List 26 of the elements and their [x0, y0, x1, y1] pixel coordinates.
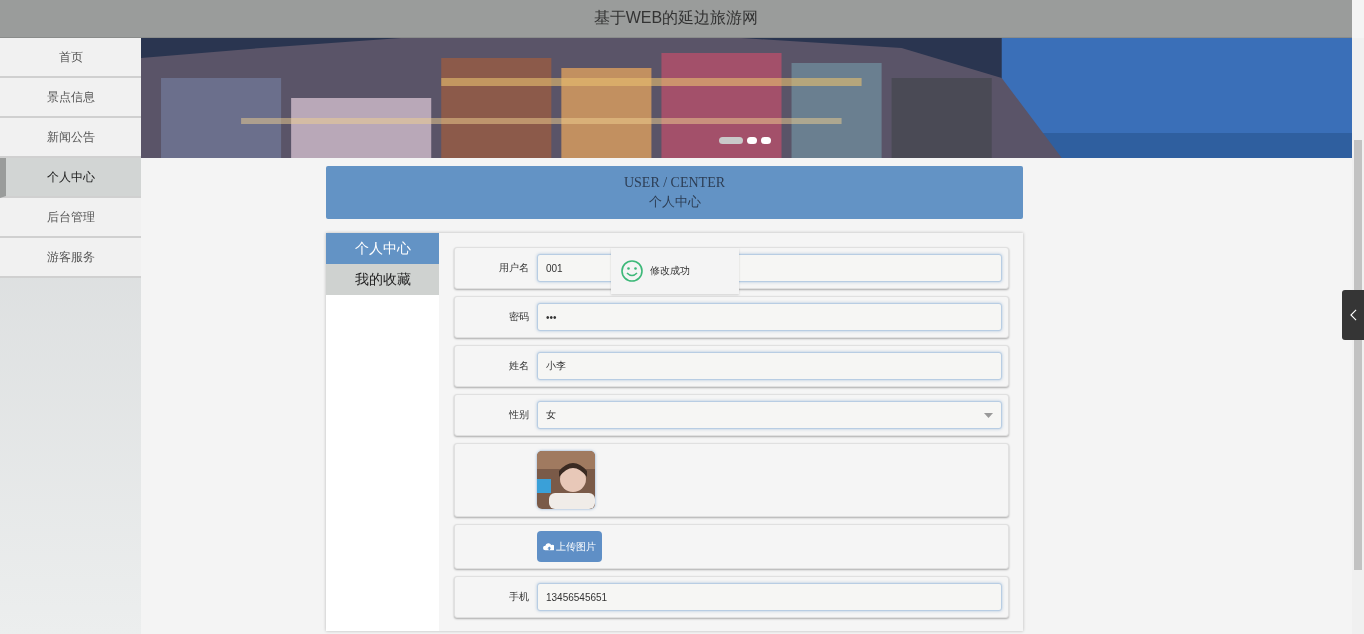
site-title: 基于WEB的延边旅游网	[593, 8, 759, 28]
field-label: 姓名	[508, 359, 529, 373]
nav-item[interactable]: 个人中心	[0, 158, 141, 198]
smiley-icon	[621, 260, 643, 282]
nav-item[interactable]: 新闻公告	[0, 118, 141, 158]
scrollbar[interactable]	[1352, 38, 1364, 634]
heading-english: USER / CENTER	[623, 174, 726, 191]
heading-chinese: 个人中心	[648, 192, 701, 211]
field-label: 手机	[508, 590, 529, 604]
input-field[interactable]: •••	[537, 303, 1002, 331]
nav-item[interactable]: 景点信息	[0, 78, 141, 118]
field-label: 密码	[508, 310, 529, 324]
field-label: 用户名	[498, 261, 529, 275]
nav-item[interactable]: 游客服务	[0, 238, 141, 278]
cloud-upload-icon	[543, 542, 554, 551]
nav-item[interactable]: 后台管理	[0, 198, 141, 238]
input-field[interactable]: 小李	[537, 352, 1002, 380]
field-label: 性别	[508, 408, 529, 422]
side-panel-toggle[interactable]	[1342, 290, 1364, 340]
nav-item[interactable]: 首页	[0, 38, 141, 78]
caret-icon	[984, 412, 993, 418]
select-field[interactable]: 女	[537, 401, 1002, 429]
chevron-left-icon	[1349, 309, 1357, 321]
tab[interactable]: 我的收藏	[326, 264, 439, 295]
input-field[interactable]: 13456545651	[537, 583, 1002, 611]
toast-text: 修改成功	[650, 264, 690, 278]
